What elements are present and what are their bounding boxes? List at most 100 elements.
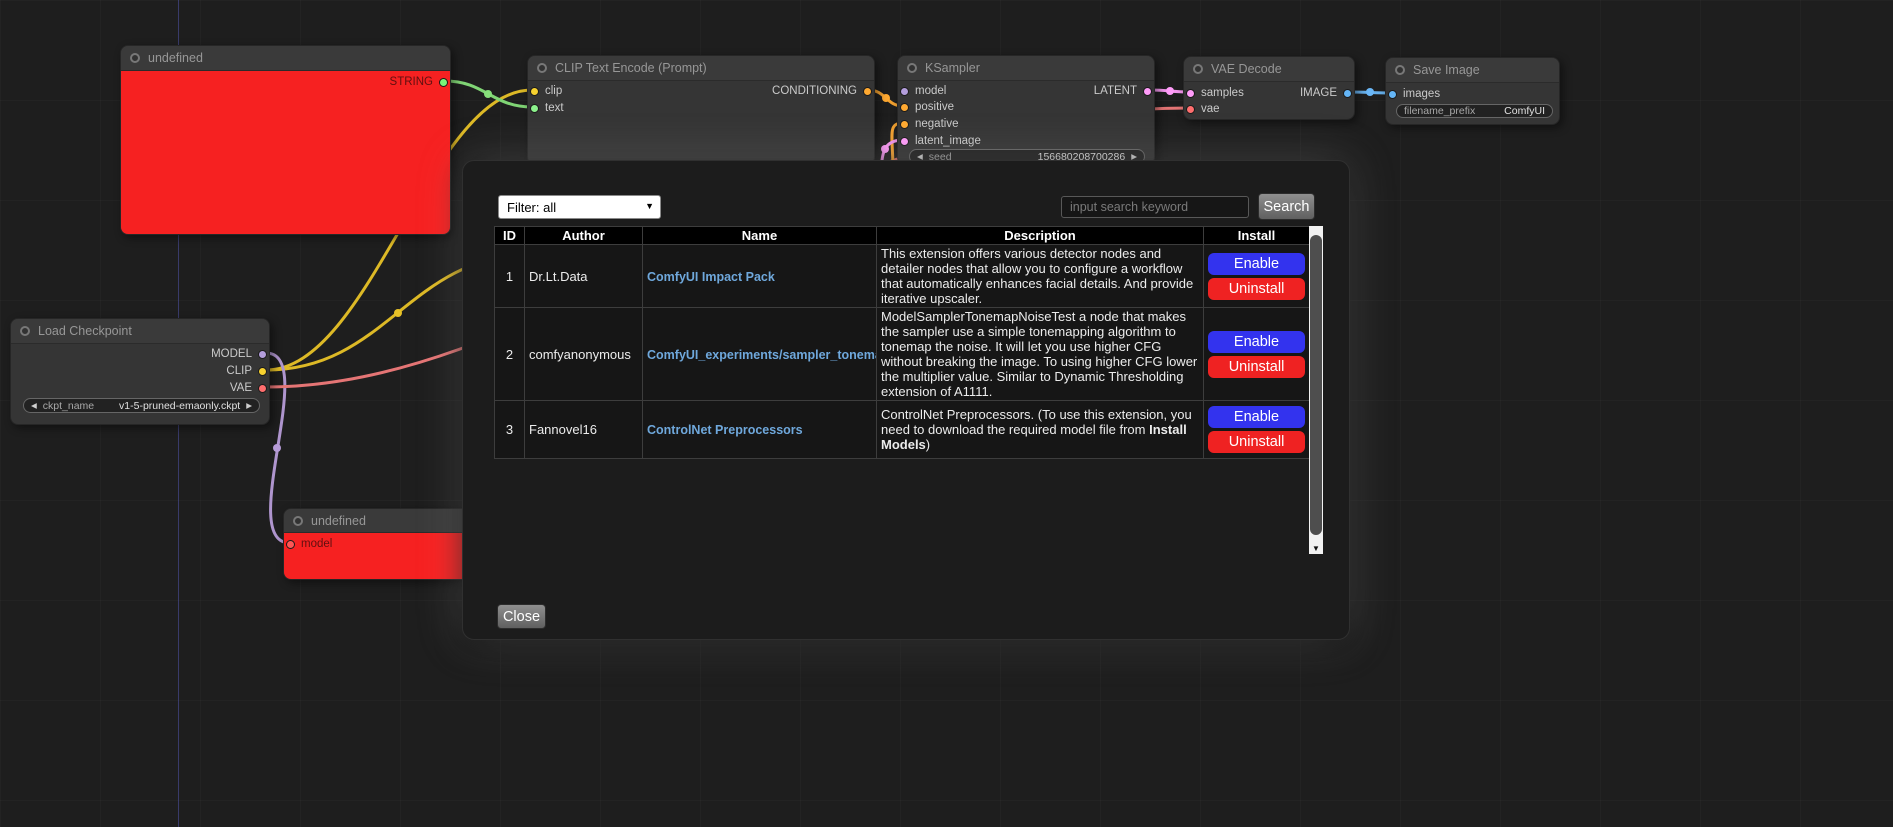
scroll-down-icon[interactable]: ▼ bbox=[1309, 544, 1323, 553]
filter-dropdown[interactable]: Filter: all bbox=[498, 195, 661, 219]
input-slot-images[interactable]: images bbox=[1388, 87, 1440, 101]
input-pin-icon[interactable] bbox=[900, 103, 909, 112]
node-title: VAE Decode bbox=[1211, 62, 1282, 76]
input-slot-vae[interactable]: vae bbox=[1186, 102, 1220, 116]
input-slot-model[interactable]: model bbox=[286, 537, 332, 551]
cell-install: Enable Uninstall bbox=[1204, 245, 1310, 308]
extension-link[interactable]: ComfyUI Impact Pack bbox=[647, 270, 775, 284]
widget-value[interactable]: v1-5-pruned-emaonly.ckpt bbox=[119, 400, 240, 412]
node-header[interactable]: KSampler bbox=[898, 56, 1154, 81]
uninstall-button[interactable]: Uninstall bbox=[1208, 278, 1305, 300]
output-pin-icon[interactable] bbox=[258, 367, 267, 376]
widget-value[interactable]: ComfyUI bbox=[1504, 105, 1545, 117]
input-pin-icon[interactable] bbox=[530, 87, 539, 96]
uninstall-button[interactable]: Uninstall bbox=[1208, 356, 1305, 378]
output-slot-image[interactable]: IMAGE bbox=[1300, 86, 1352, 100]
output-pin-icon[interactable] bbox=[439, 78, 448, 87]
node-header[interactable]: VAE Decode bbox=[1184, 57, 1354, 82]
node-title: CLIP Text Encode (Prompt) bbox=[555, 61, 707, 75]
ckpt-name-widget[interactable]: ◀ ckpt_name v1-5-pruned-emaonly.ckpt ▶ bbox=[23, 398, 260, 413]
node-header[interactable]: undefined bbox=[284, 509, 469, 533]
input-slot-negative[interactable]: negative bbox=[900, 117, 958, 131]
input-slot-latent-image[interactable]: latent_image bbox=[900, 134, 981, 148]
uninstall-button[interactable]: Uninstall bbox=[1208, 431, 1305, 453]
input-slot-text[interactable]: text bbox=[530, 101, 564, 115]
output-pin-icon[interactable] bbox=[1343, 89, 1352, 98]
output-slot-conditioning[interactable]: CONDITIONING bbox=[772, 84, 872, 98]
table-scrollbar[interactable]: ▼ bbox=[1309, 226, 1323, 554]
widget-label: ckpt_name bbox=[43, 400, 94, 412]
output-slot-string[interactable]: STRING bbox=[390, 75, 448, 89]
input-slot-model[interactable]: model bbox=[900, 84, 946, 98]
input-slot-samples[interactable]: samples bbox=[1186, 86, 1244, 100]
enable-button[interactable]: Enable bbox=[1208, 331, 1305, 353]
collapse-dot-icon[interactable] bbox=[537, 63, 547, 73]
output-slot-model[interactable]: MODEL bbox=[211, 347, 267, 361]
node-header[interactable]: undefined bbox=[121, 46, 450, 71]
next-arrow-icon[interactable]: ▶ bbox=[246, 402, 252, 410]
cell-description: ControlNet Preprocessors. (To use this e… bbox=[877, 401, 1204, 459]
output-slot-clip[interactable]: CLIP bbox=[226, 364, 267, 378]
node-load-checkpoint[interactable]: Load Checkpoint MODEL CLIP VAE ◀ ckpt_na… bbox=[10, 318, 270, 425]
output-pin-icon[interactable] bbox=[258, 384, 267, 393]
input-pin-icon[interactable] bbox=[1186, 105, 1195, 114]
cell-author: Dr.Lt.Data bbox=[525, 245, 643, 308]
cell-name: ComfyUI_experiments/sampler_tonemap bbox=[643, 308, 877, 401]
input-pin-icon[interactable] bbox=[1388, 90, 1397, 99]
node-vae-decode[interactable]: VAE Decode samples vae IMAGE bbox=[1183, 56, 1355, 120]
output-pin-icon[interactable] bbox=[863, 87, 872, 96]
cell-id: 3 bbox=[495, 401, 525, 459]
filename-prefix-widget[interactable]: filename_prefix ComfyUI bbox=[1396, 104, 1553, 118]
wire-midpoint-dot bbox=[273, 444, 281, 452]
search-button[interactable]: Search bbox=[1258, 193, 1315, 220]
input-pin-icon[interactable] bbox=[900, 120, 909, 129]
node-title: undefined bbox=[311, 514, 366, 528]
collapse-dot-icon[interactable] bbox=[293, 516, 303, 526]
collapse-dot-icon[interactable] bbox=[1395, 65, 1405, 75]
cell-id: 2 bbox=[495, 308, 525, 401]
input-pin-icon[interactable] bbox=[900, 137, 909, 146]
wire-midpoint-dot bbox=[881, 145, 889, 153]
scrollbar-thumb[interactable] bbox=[1310, 235, 1322, 535]
node-save-image[interactable]: Save Image images filename_prefix ComfyU… bbox=[1385, 57, 1560, 125]
collapse-dot-icon[interactable] bbox=[907, 63, 917, 73]
output-slot-latent[interactable]: LATENT bbox=[1094, 84, 1152, 98]
node-header[interactable]: CLIP Text Encode (Prompt) bbox=[528, 56, 874, 81]
input-pin-icon[interactable] bbox=[530, 104, 539, 113]
cell-author: comfyanonymous bbox=[525, 308, 643, 401]
collapse-dot-icon[interactable] bbox=[1193, 64, 1203, 74]
node-undefined-bottom[interactable]: undefined model bbox=[283, 508, 470, 580]
header-description: Description bbox=[877, 227, 1204, 245]
collapse-dot-icon[interactable] bbox=[20, 326, 30, 336]
output-pin-icon[interactable] bbox=[1143, 87, 1152, 96]
comfyui-canvas[interactable]: undefined STRING CLIP Text Encode (Promp… bbox=[0, 0, 1893, 827]
node-clip-text-encode[interactable]: CLIP Text Encode (Prompt) clip text COND… bbox=[527, 55, 875, 165]
cell-description: ModelSamplerTonemapNoiseTest a node that… bbox=[877, 308, 1204, 401]
output-pin-icon[interactable] bbox=[258, 350, 267, 359]
cell-author: Fannovel16 bbox=[525, 401, 643, 459]
input-pin-icon[interactable] bbox=[286, 540, 295, 549]
input-slot-clip[interactable]: clip bbox=[530, 84, 562, 98]
node-header[interactable]: Load Checkpoint bbox=[11, 319, 269, 344]
cell-install: Enable Uninstall bbox=[1204, 308, 1310, 401]
node-ksampler[interactable]: KSampler model positive negative latent_… bbox=[897, 55, 1155, 165]
prev-arrow-icon[interactable]: ◀ bbox=[31, 402, 37, 410]
header-author: Author bbox=[525, 227, 643, 245]
output-slot-vae[interactable]: VAE bbox=[230, 381, 267, 395]
extension-link[interactable]: ComfyUI_experiments/sampler_tonemap bbox=[647, 348, 877, 362]
wire-midpoint-dot bbox=[394, 309, 402, 317]
extension-manager-dialog: Filter: all ▼ Search ID Author Name Desc… bbox=[462, 160, 1350, 640]
input-pin-icon[interactable] bbox=[1186, 89, 1195, 98]
search-input[interactable] bbox=[1061, 196, 1249, 218]
enable-button[interactable]: Enable bbox=[1208, 406, 1305, 428]
node-undefined-top[interactable]: undefined STRING bbox=[120, 45, 451, 235]
input-slot-positive[interactable]: positive bbox=[900, 100, 954, 114]
extension-link[interactable]: ControlNet Preprocessors bbox=[647, 423, 803, 437]
collapse-dot-icon[interactable] bbox=[130, 53, 140, 63]
input-pin-icon[interactable] bbox=[900, 87, 909, 96]
cell-description: This extension offers various detector n… bbox=[877, 245, 1204, 308]
node-header[interactable]: Save Image bbox=[1386, 58, 1559, 83]
close-button[interactable]: Close bbox=[497, 604, 546, 629]
header-name: Name bbox=[643, 227, 877, 245]
enable-button[interactable]: Enable bbox=[1208, 253, 1305, 275]
